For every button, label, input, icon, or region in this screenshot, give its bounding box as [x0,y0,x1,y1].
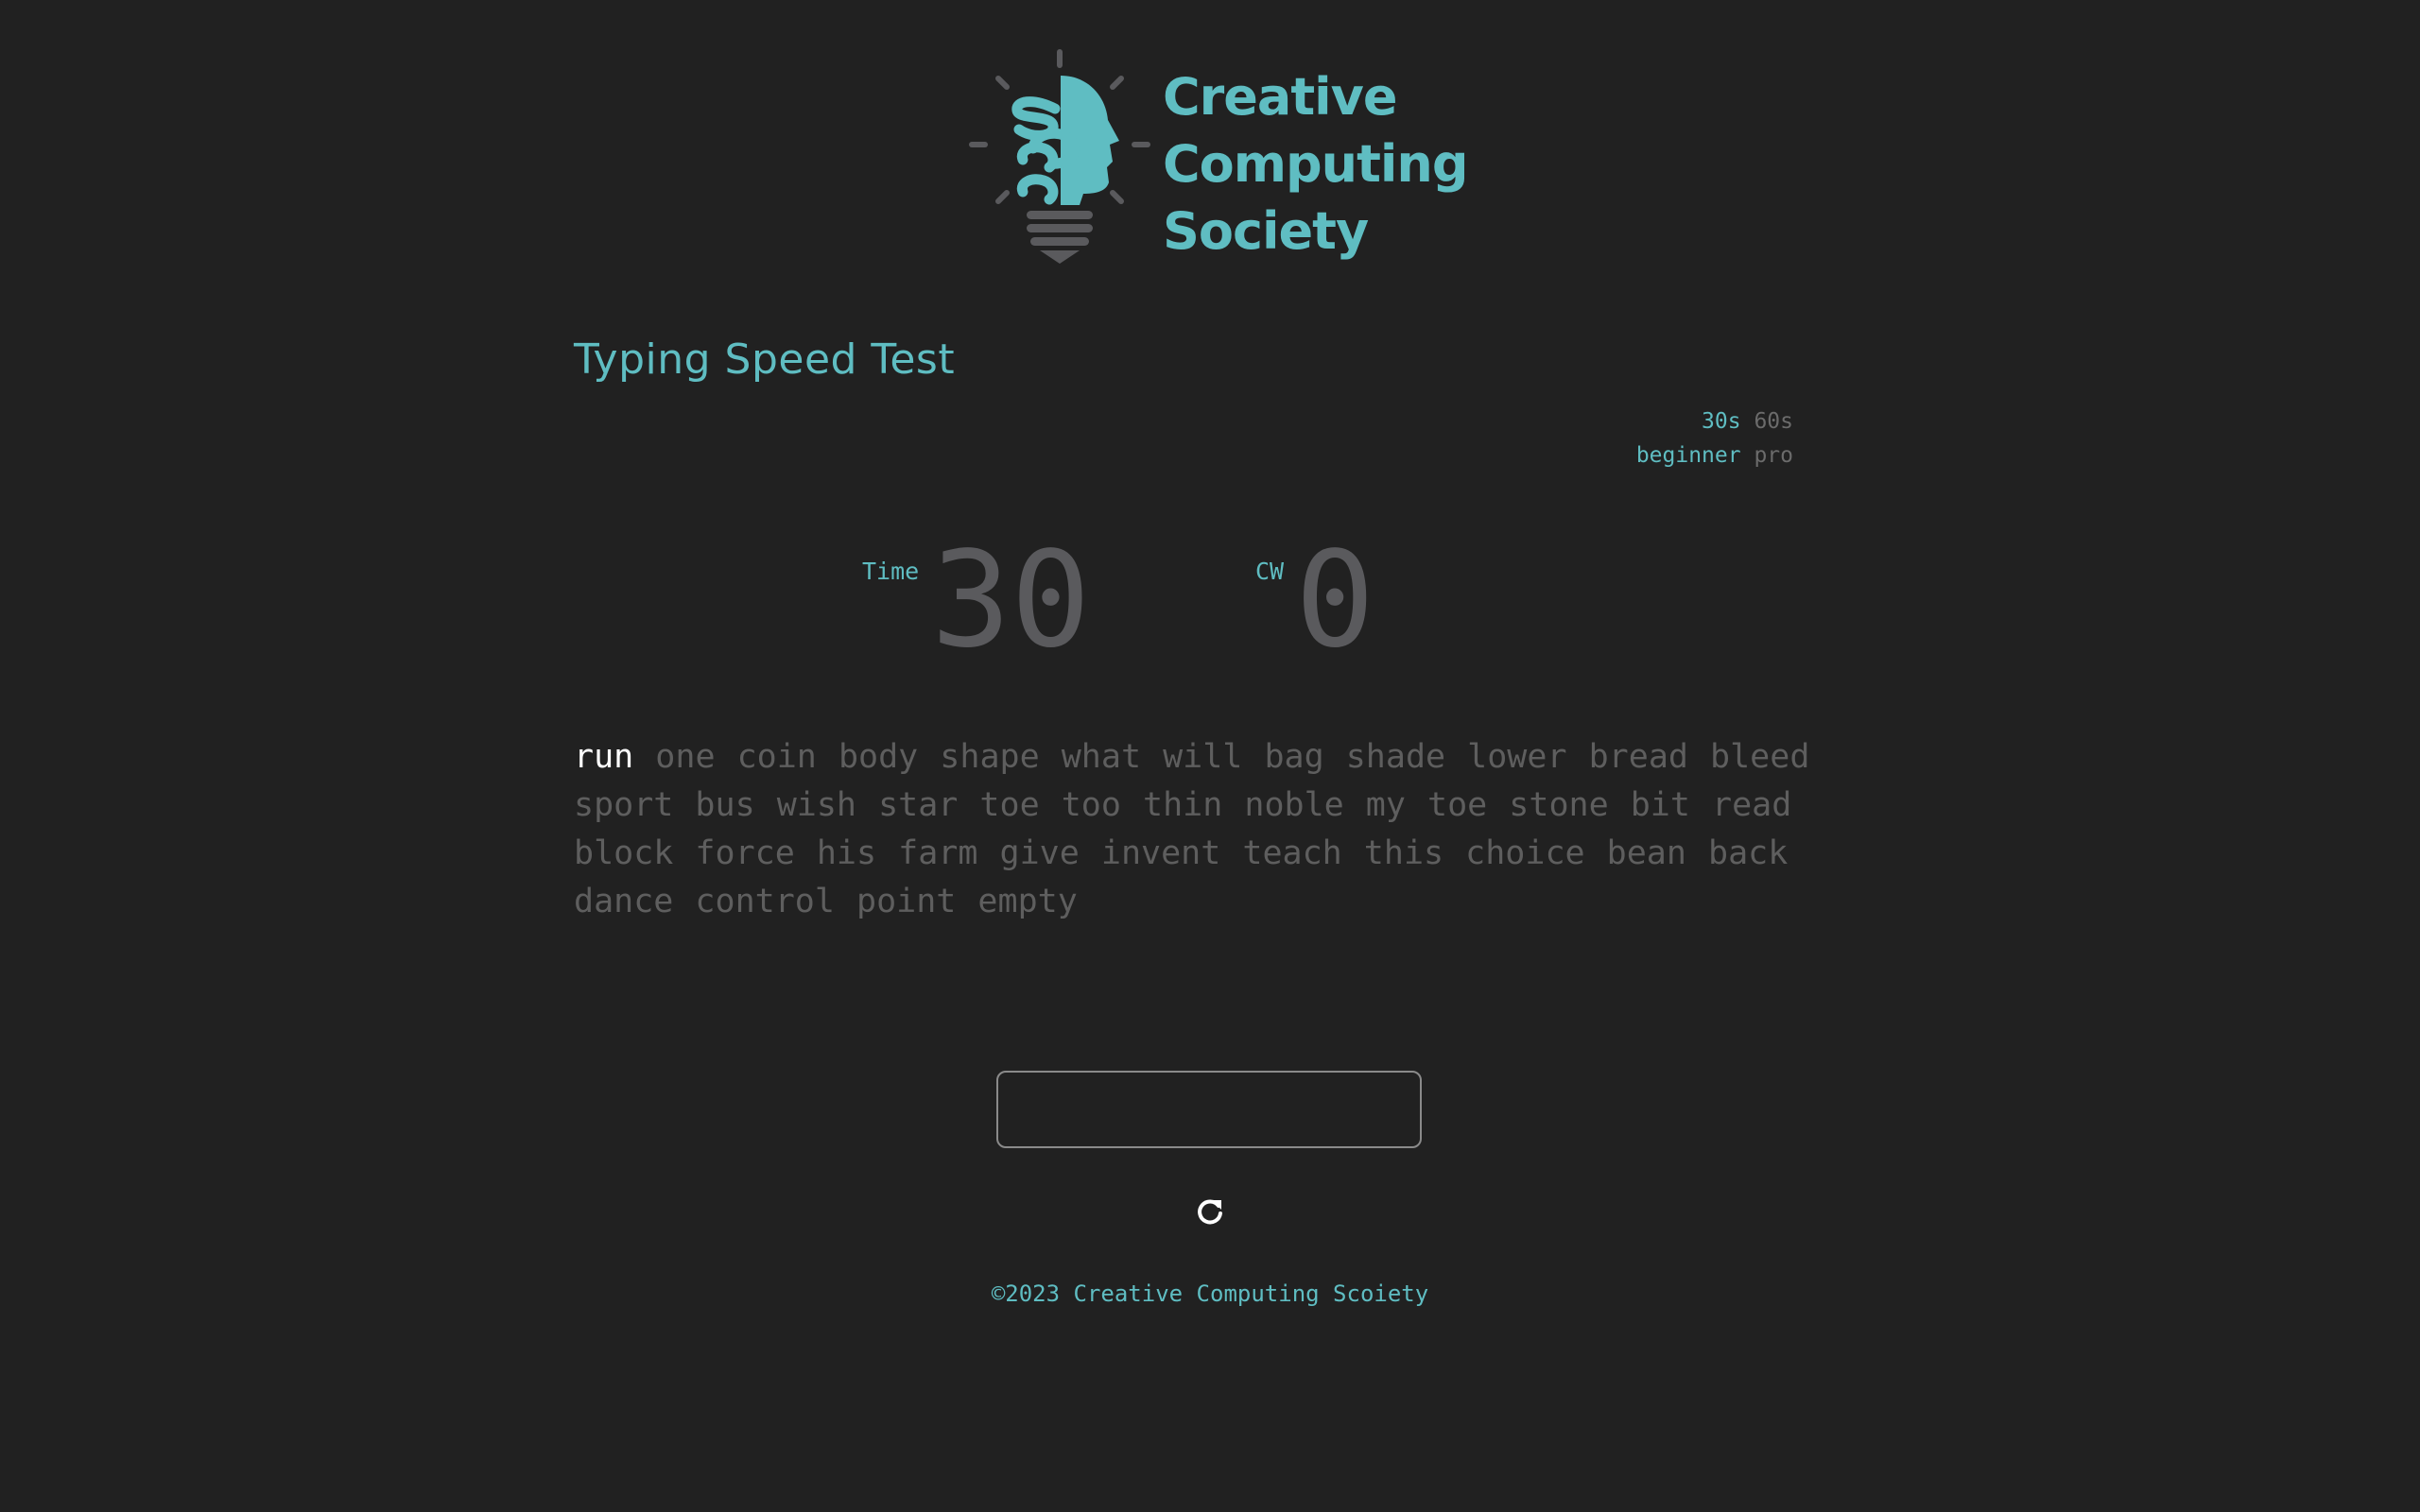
duration-option-30s[interactable]: 30s [1702,409,1741,434]
word-list: run one coin body shape what will bag sh… [574,733,1878,926]
remaining-words: one coin body shape what will bag shade … [574,738,1810,920]
time-value: 30 [931,524,1091,678]
cw-value: 0 [1295,524,1375,678]
logo-line: Computing [1163,134,1469,194]
logo: Creative Computing Society [964,43,1469,269]
level-option-beginner[interactable]: beginner [1636,443,1741,468]
logo-text: Creative Computing Society [1163,63,1469,265]
level-option-pro[interactable]: pro [1754,443,1793,468]
cw-label: CW [1255,558,1285,585]
lightbulb-head-icon [969,49,1150,264]
footer-copyright: ©2023 Creative Computing Scoiety [991,1280,1429,1307]
level-options: beginner pro [1636,438,1793,472]
duration-option-60s[interactable]: 60s [1754,409,1793,434]
typing-input[interactable] [996,1071,1422,1148]
test-options: 30s 60s beginner pro [1636,404,1793,472]
page-title: Typing Speed Test [574,335,956,384]
current-word: run [574,738,634,776]
time-label: Time [862,558,920,585]
restart-icon [1198,1199,1222,1225]
logo-line: Society [1163,201,1369,261]
logo-line: Creative [1163,67,1397,127]
duration-options: 30s 60s [1636,404,1793,438]
restart-button[interactable] [1193,1194,1227,1228]
